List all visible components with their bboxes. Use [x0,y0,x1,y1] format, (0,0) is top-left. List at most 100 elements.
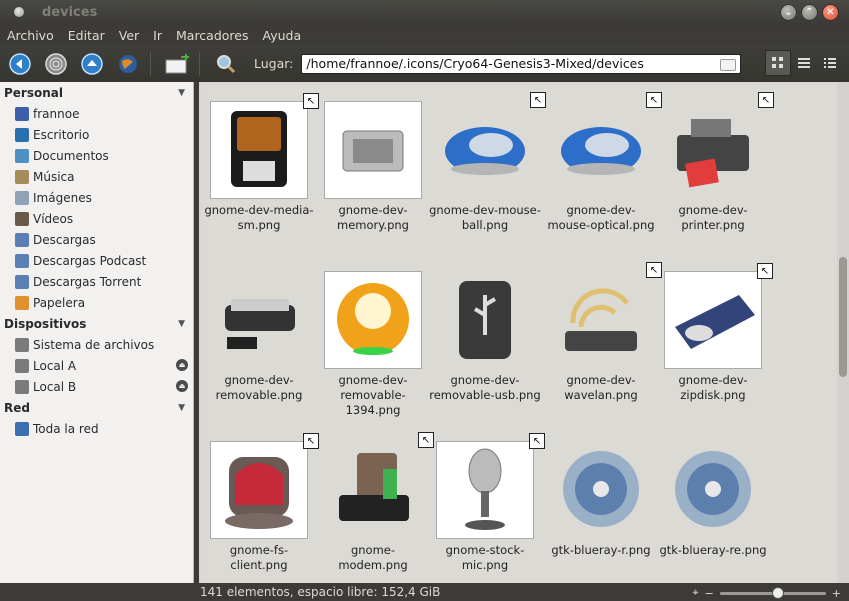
menu-archivo[interactable]: Archivo [0,28,61,43]
sidebar-section-personal[interactable]: Personal ▼ [0,82,193,103]
menu-ayuda[interactable]: Ayuda [256,28,309,43]
up-icon [81,52,103,75]
file-item[interactable]: ↖ gnome-stock-mic.png [429,433,545,573]
chevron-down-icon[interactable]: ▼ [178,403,185,413]
file-thumbnail [664,441,762,539]
filesystem-icon [15,337,29,352]
zoom-fit-icon[interactable]: ⌖ [692,586,698,600]
minimize-button[interactable]: ⌄ [780,4,797,21]
file-name: gnome-dev-removable-1394.png [338,373,408,417]
back-button[interactable] [4,48,36,80]
sidebar-item[interactable]: frannoe [0,103,193,124]
file-thumbnail [324,271,422,369]
menu-bar: Archivo Editar Ver Ir Marcadores Ayuda [0,26,849,45]
file-item[interactable]: ↖ gnome-modem.png [317,432,434,573]
window-menu-icon[interactable] [14,7,24,17]
file-item[interactable]: ↖ gnome-fs-client.png [203,433,319,573]
file-thumbnail: ↖ [436,433,545,539]
eject-icon[interactable]: ⏏ [176,380,188,392]
sidebar-item[interactable]: Escritorio [0,124,193,145]
scrollbar-thumb[interactable] [839,257,847,377]
file-name: gnome-dev-memory.png [337,203,409,232]
list-view-button[interactable] [791,50,817,76]
sidebar-item[interactable]: Descargas Podcast [0,250,193,271]
memory-chip-icon [329,105,417,196]
wireless-icon [557,275,645,366]
file-name: gnome-dev-zipdisk.png [678,373,748,402]
file-item[interactable]: ↖ gnome-dev-zipdisk.png [657,263,773,403]
clear-location-icon[interactable] [720,58,737,71]
chevron-down-icon[interactable]: ▼ [178,319,185,329]
zoom-in-button[interactable]: + [832,587,841,600]
sidebar-item-label: Local A [33,358,77,373]
file-thumbnail: ↖ [664,92,774,199]
sidebar-item-label: Imágenes [33,190,92,205]
zoom-slider[interactable] [719,586,826,599]
sidebar: Personal ▼ frannoe Escritorio Documentos Mú… [0,82,194,583]
file-thumbnail: ↖ [664,263,773,369]
zoom-out-button[interactable]: − [705,587,714,600]
file-thumbnail [324,101,422,199]
sidebar-section-devices[interactable]: Dispositivos ▼ [0,313,193,334]
home-button[interactable] [112,48,144,80]
compact-view-button[interactable] [817,50,843,76]
section-title: Red [4,400,30,415]
sidebar-item-label: Documentos [33,148,109,163]
sidebar-item[interactable]: Descargas Torrent [0,271,193,292]
menu-marcadores[interactable]: Marcadores [169,28,256,43]
file-item[interactable]: ↖ gnome-dev-media-sm.png [203,93,319,233]
firewire-drive-icon [329,275,417,366]
file-thumbnail: ↖ [210,93,319,199]
menu-editar[interactable]: Editar [61,28,112,43]
sidebar-item[interactable]: Música [0,166,193,187]
vertical-scrollbar[interactable] [837,82,849,583]
zoom-slider-knob[interactable] [772,586,785,599]
new-folder-button[interactable] [161,48,193,80]
file-item[interactable]: gnome-dev-removable-usb.png [429,271,541,403]
location-field[interactable]: /home/frannoe/.icons/Cryo64-Genesis3-Mix… [301,53,742,74]
sidebar-item[interactable]: Imágenes [0,187,193,208]
sidebar-item[interactable]: Local A ⏏ [0,355,193,376]
globe-icon [119,54,137,73]
printer-icon [669,105,757,196]
forward-icon [45,52,67,75]
podcast-folder-icon [15,253,29,268]
sidebar-item[interactable]: Vídeos [0,208,193,229]
maximize-button[interactable]: ⌃ [801,4,818,21]
file-item[interactable]: ↖ gnome-dev-mouse-optical.png [545,92,662,233]
list-icon [798,58,810,68]
file-item[interactable]: gnome-dev-removable.png [203,271,315,403]
file-view: ↖ gnome-dev-media-sm.png gnome-dev-memory.… [199,82,837,583]
menu-ir[interactable]: Ir [146,28,169,43]
sidebar-section-network[interactable]: Red ▼ [0,397,193,418]
status-bar: 141 elementos, espacio libre: 152,4 GiB … [0,583,849,601]
file-name: gnome-dev-removable.png [215,373,303,402]
close-button[interactable]: ✕ [822,4,839,21]
eject-icon[interactable]: ⏏ [176,359,188,371]
sidebar-item[interactable]: Documentos [0,145,193,166]
icon-view-button[interactable] [765,50,791,76]
up-button[interactable] [76,48,108,80]
sidebar-item[interactable]: Local B ⏏ [0,376,193,397]
videos-folder-icon [15,211,29,226]
sidebar-item[interactable]: Descargas [0,229,193,250]
symlink-icon: ↖ [758,92,774,108]
sidebar-item[interactable]: Sistema de archivos [0,334,193,355]
chevron-down-icon[interactable]: ▼ [178,88,185,98]
file-item[interactable]: gtk-blueray-re.png [657,441,769,558]
sidebar-item[interactable]: Papelera [0,292,193,313]
search-button[interactable] [210,48,242,80]
menu-ver[interactable]: Ver [112,28,146,43]
file-item[interactable]: ↖ gnome-dev-printer.png [657,92,774,233]
file-item[interactable]: ↖ gnome-dev-mouse-ball.png [429,92,546,233]
sidebar-item[interactable]: Toda la red [0,418,193,439]
mouse-icon [441,105,529,196]
file-item[interactable]: gtk-blueray-r.png [545,441,657,558]
file-item[interactable]: gnome-dev-memory.png [317,101,429,233]
sidebar-item-label: Música [33,169,75,184]
forward-button[interactable] [40,48,72,80]
toolbar-separator [150,51,151,76]
file-item[interactable]: gnome-dev-removable-1394.png [317,271,429,418]
file-item[interactable]: ↖ gnome-dev-wavelan.png [545,262,662,403]
sidebar-item-label: Local B [33,379,77,394]
